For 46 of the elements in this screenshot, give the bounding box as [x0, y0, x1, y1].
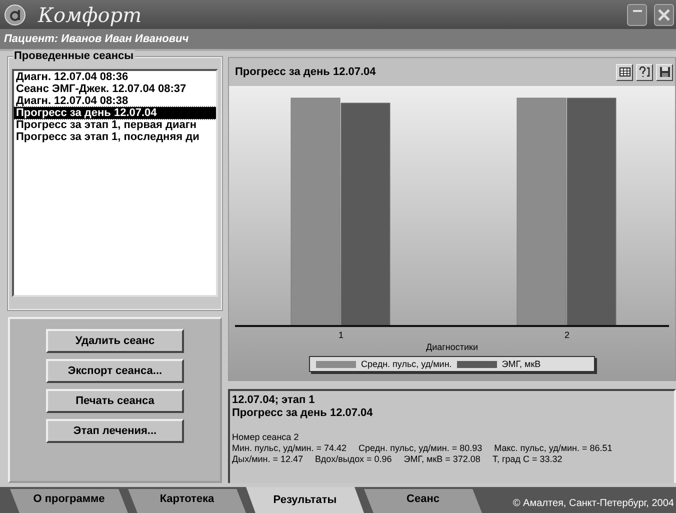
minimize-button[interactable] — [627, 4, 647, 26]
close-icon — [658, 8, 670, 20]
action-button[interactable]: Печать сеанса — [46, 389, 184, 413]
axis-tick-label: 1 — [337, 330, 344, 340]
info-value: Т, град С = 33.32 — [492, 454, 562, 465]
table-button[interactable] — [616, 64, 633, 80]
action-button[interactable]: Этап лечения... — [46, 419, 184, 443]
close-button[interactable] — [654, 4, 674, 26]
legend-label: ЭМГ, мкВ — [502, 359, 541, 369]
logo-icon — [4, 4, 26, 26]
axis-tick-label: 2 — [563, 330, 570, 340]
chart-title: Прогресс за день 12.07.04 — [235, 66, 376, 78]
info-value: Средн. пульс, уд/мин. = 80.93 — [358, 443, 482, 454]
info-value: Номер сеанса 2 — [232, 432, 299, 443]
info-value: Мин. пульс, уд/мин. = 74.42 — [232, 443, 347, 454]
info-subheading: Прогресс за день 12.07.04 — [232, 407, 374, 420]
session-item[interactable]: Прогресс за этап 1, последняя ди — [14, 131, 216, 143]
app-title: Комфорт — [38, 2, 142, 26]
help-button[interactable] — [636, 64, 653, 80]
legend-label: Средн. пульс, уд/мин. — [361, 359, 452, 369]
action-button[interactable]: Удалить сеанс — [46, 329, 184, 353]
patient-name: Пациент: Иванов Иван Иванович — [0, 29, 676, 51]
minimize-icon — [632, 10, 642, 12]
info-value: Макс. пульс, уд/мин. = 86.51 — [494, 443, 612, 454]
info-value: Вдох/выдох = 0.96 — [315, 454, 392, 465]
info-value: ЭМГ, мкВ = 372.08 — [404, 454, 480, 465]
info-value: Дых/мин. = 12.47 — [232, 454, 304, 465]
sessions-title: Проведенные сеансы — [13, 50, 135, 62]
session-item[interactable]: Сеанс ЭМГ-Джек. 12.07.04 08:37 — [14, 83, 216, 95]
tab[interactable]: О программе — [10, 489, 128, 513]
table-icon — [618, 66, 630, 78]
tab[interactable]: Результаты — [246, 487, 364, 513]
tab[interactable]: Картотека — [128, 489, 246, 513]
info-heading: 12.07.04; этап 1 — [232, 394, 316, 407]
session-item[interactable]: Прогресс за день 12.07.04 — [14, 107, 216, 119]
action-button[interactable]: Экспорт сеанса... — [46, 359, 184, 383]
session-item[interactable]: Прогресс за этап 1, первая диагн — [14, 119, 216, 131]
session-item[interactable]: Диагн. 12.07.04 08:36 — [14, 71, 216, 83]
axis-title: Диагностики — [424, 342, 479, 352]
sessions-list[interactable]: Диагн. 12.07.04 08:36 Сеанс ЭМГ-Джек. 12.07.04 08:37 Диагн. 12.07.04 08:38 Прогресс за день 12.07.04 Прогресс за этап 1, первая диагн Прогресс за этап 1, последняя ди — [12, 69, 218, 297]
tab[interactable]: Сеанс — [364, 489, 482, 513]
copyright: © Амалтея, Санкт-Петербург, 2004 — [512, 498, 675, 511]
help-icon — [638, 66, 650, 78]
save-icon — [658, 66, 670, 78]
save-button[interactable] — [656, 64, 673, 80]
session-item[interactable]: Диагн. 12.07.04 08:38 — [14, 95, 216, 107]
